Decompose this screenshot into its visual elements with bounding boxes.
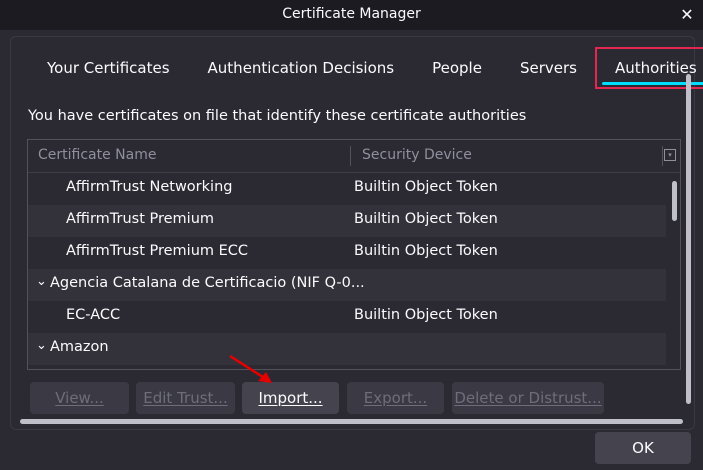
export-button[interactable]: Export...: [347, 382, 444, 414]
tab-authentication-decisions[interactable]: Authentication Decisions: [189, 48, 414, 88]
edit-trust-button[interactable]: Edit Trust...: [136, 382, 235, 414]
tree-row[interactable]: AffirmTrust Premium Builtin Object Token: [28, 205, 666, 237]
tab-people[interactable]: People: [413, 48, 501, 88]
tree-scrollbar-thumb[interactable]: [672, 181, 677, 221]
column-header-certificate-name[interactable]: Certificate Name: [38, 147, 156, 163]
tree-row[interactable]: EC-ACC Builtin Object Token: [28, 301, 666, 333]
tab-servers[interactable]: Servers: [501, 48, 596, 88]
security-device: Builtin Object Token: [354, 307, 498, 323]
ok-button[interactable]: OK: [595, 432, 691, 464]
import-button[interactable]: Import...: [242, 382, 339, 414]
certificate-name: AffirmTrust Premium: [66, 211, 215, 227]
title-bar: Certificate Manager ✕: [0, 0, 703, 30]
column-picker-icon[interactable]: ▾: [664, 149, 676, 161]
annotation-arrow-icon: [229, 354, 272, 383]
tab-bar: Your Certificates Authentication Decisio…: [28, 47, 703, 89]
certificate-group-name: Amazon: [50, 339, 109, 355]
certificate-group-name: Agencia Catalana de Certificacio (NIF Q-…: [50, 275, 365, 291]
tree-row[interactable]: AffirmTrust Premium ECC Builtin Object T…: [28, 237, 666, 269]
certificate-tree[interactable]: Certificate Name Security Device ▾ Affir…: [27, 139, 681, 370]
security-device: Builtin Object Token: [354, 243, 498, 259]
security-device: Builtin Object Token: [354, 179, 498, 195]
tab-your-certificates[interactable]: Your Certificates: [28, 48, 189, 88]
tree-row[interactable]: ⌄ Agencia Catalana de Certificacio (NIF …: [28, 269, 666, 301]
dialog-vertical-scrollbar[interactable]: [686, 74, 691, 404]
certificate-name: EC-ACC: [66, 307, 121, 323]
close-icon[interactable]: ✕: [675, 3, 699, 27]
tree-row[interactable]: AffirmTrust Networking Builtin Object To…: [28, 173, 666, 205]
tree-scrollbar[interactable]: [668, 173, 680, 369]
delete-or-distrust-button[interactable]: Delete or Distrust...: [452, 382, 604, 414]
certificate-name: AffirmTrust Premium ECC: [66, 243, 249, 259]
tree-header: Certificate Name Security Device ▾: [28, 140, 680, 173]
column-separator[interactable]: [662, 146, 663, 166]
column-header-security-device[interactable]: Security Device: [362, 147, 472, 163]
certificate-name: AffirmTrust Networking: [66, 179, 233, 195]
tree-row[interactable]: ⌄ Amazon: [28, 333, 666, 365]
chevron-down-icon[interactable]: ⌄: [36, 338, 47, 353]
window-title: Certificate Manager: [282, 6, 421, 22]
column-separator[interactable]: [350, 146, 351, 166]
dialog-horizontal-scrollbar[interactable]: [20, 419, 683, 424]
description-text: You have certificates on file that ident…: [28, 108, 527, 124]
view-button[interactable]: View...: [30, 382, 129, 414]
security-device: Builtin Object Token: [354, 211, 498, 227]
chevron-down-icon[interactable]: ⌄: [36, 274, 47, 289]
